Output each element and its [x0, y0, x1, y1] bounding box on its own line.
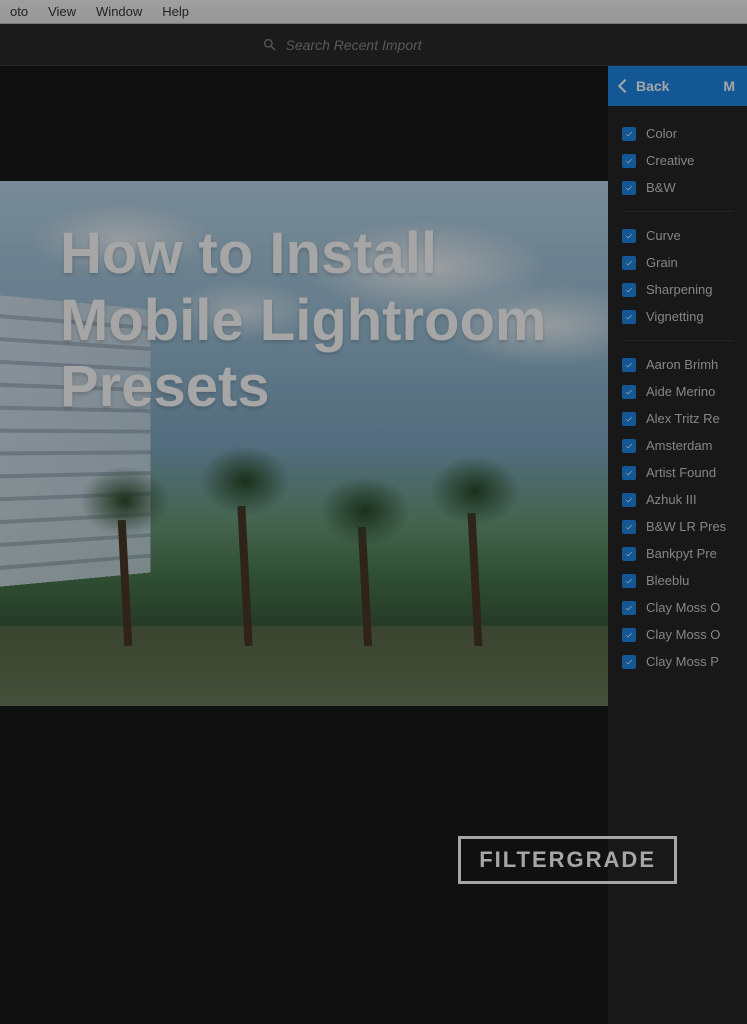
preset-label: B&W LR Pres	[646, 519, 726, 534]
preset-label: B&W	[646, 180, 676, 195]
preset-item[interactable]: Sharpening	[622, 276, 733, 303]
search-icon	[262, 37, 278, 53]
title-overlay: How to Install Mobile Lightroom Presets	[60, 221, 608, 421]
checkmark-icon	[625, 442, 633, 450]
preset-label: Clay Moss P	[646, 654, 719, 669]
menu-item-photo[interactable]: oto	[10, 4, 28, 19]
preset-item[interactable]: Grain	[622, 249, 733, 276]
preset-label: Clay Moss O	[646, 627, 720, 642]
preset-checkbox[interactable]	[622, 412, 636, 426]
preset-checkbox[interactable]	[622, 628, 636, 642]
search-input[interactable]	[286, 37, 486, 53]
preset-label: Bleeblu	[646, 573, 689, 588]
checkmark-icon	[625, 313, 633, 321]
chevron-left-icon	[618, 79, 632, 93]
palm-graphic	[340, 476, 390, 646]
palm-graphic	[100, 466, 150, 646]
preset-checkbox[interactable]	[622, 520, 636, 534]
menu-item-view[interactable]: View	[48, 4, 76, 19]
back-button[interactable]: Back M	[608, 66, 747, 106]
image-preview[interactable]: How to Install Mobile Lightroom Presets	[0, 181, 608, 706]
search-bar	[0, 24, 747, 66]
preset-checkbox[interactable]	[622, 154, 636, 168]
preset-label: Amsterdam	[646, 438, 712, 453]
preset-item[interactable]: B&W LR Pres	[622, 513, 733, 540]
preset-item[interactable]: Vignetting	[622, 303, 733, 330]
preset-label: Grain	[646, 255, 678, 270]
preset-checkbox[interactable]	[622, 385, 636, 399]
preset-checkbox[interactable]	[622, 439, 636, 453]
checkmark-icon	[625, 496, 633, 504]
preset-checkbox[interactable]	[622, 466, 636, 480]
checkmark-icon	[625, 184, 633, 192]
preset-checkbox[interactable]	[622, 358, 636, 372]
header-right-label: M	[723, 78, 735, 94]
preset-checkbox[interactable]	[622, 310, 636, 324]
preset-checkbox[interactable]	[622, 181, 636, 195]
preset-label: Azhuk III	[646, 492, 697, 507]
checkmark-icon	[625, 577, 633, 585]
preset-checkbox[interactable]	[622, 547, 636, 561]
preset-item[interactable]: Creative	[622, 147, 733, 174]
preset-item[interactable]: Alex Tritz Re	[622, 405, 733, 432]
preset-checkbox[interactable]	[622, 229, 636, 243]
checkmark-icon	[625, 658, 633, 666]
checkmark-icon	[625, 361, 633, 369]
palm-graphic	[220, 446, 270, 646]
checkmark-icon	[625, 259, 633, 267]
preset-item[interactable]: Amsterdam	[622, 432, 733, 459]
filtergrade-logo: FILTERGRADE	[458, 836, 677, 884]
checkmark-icon	[625, 604, 633, 612]
preset-label: Aide Merino	[646, 384, 715, 399]
menu-item-help[interactable]: Help	[162, 4, 189, 19]
preset-divider	[622, 211, 733, 212]
preset-item[interactable]: B&W	[622, 174, 733, 201]
preset-label: Color	[646, 126, 677, 141]
preset-label: Clay Moss O	[646, 600, 720, 615]
checkmark-icon	[625, 286, 633, 294]
preset-label: Alex Tritz Re	[646, 411, 720, 426]
preset-item[interactable]: Aide Merino	[622, 378, 733, 405]
preset-checkbox[interactable]	[622, 493, 636, 507]
checkmark-icon	[625, 631, 633, 639]
preset-item[interactable]: Clay Moss P	[622, 648, 733, 675]
preset-divider	[622, 340, 733, 341]
preset-label: Aaron Brimh	[646, 357, 718, 372]
ground-graphic	[0, 626, 608, 706]
preset-item[interactable]: Clay Moss O	[622, 621, 733, 648]
menu-bar: oto View Window Help	[0, 0, 747, 24]
preset-checkbox[interactable]	[622, 283, 636, 297]
menu-item-window[interactable]: Window	[96, 4, 142, 19]
checkmark-icon	[625, 469, 633, 477]
preset-item[interactable]: Aaron Brimh	[622, 351, 733, 378]
back-label: Back	[636, 78, 669, 94]
preset-label: Creative	[646, 153, 694, 168]
preset-checkbox[interactable]	[622, 601, 636, 615]
checkmark-icon	[625, 388, 633, 396]
preset-item[interactable]: Curve	[622, 222, 733, 249]
preset-checkbox[interactable]	[622, 127, 636, 141]
checkmark-icon	[625, 523, 633, 531]
preset-list: Color Creative B&W Curve Grain Sharpening Vig…	[608, 106, 747, 689]
preset-label: Bankpyt Pre	[646, 546, 717, 561]
preset-item[interactable]: Bleeblu	[622, 567, 733, 594]
checkmark-icon	[625, 232, 633, 240]
preset-checkbox[interactable]	[622, 256, 636, 270]
checkmark-icon	[625, 157, 633, 165]
preset-item[interactable]: Clay Moss O	[622, 594, 733, 621]
checkmark-icon	[625, 130, 633, 138]
checkmark-icon	[625, 415, 633, 423]
preset-item[interactable]: Artist Found	[622, 459, 733, 486]
preset-item[interactable]: Azhuk III	[622, 486, 733, 513]
checkmark-icon	[625, 550, 633, 558]
preset-label: Artist Found	[646, 465, 716, 480]
palm-graphic	[450, 456, 500, 646]
preset-checkbox[interactable]	[622, 655, 636, 669]
preset-label: Vignetting	[646, 309, 704, 324]
preset-item[interactable]: Color	[622, 120, 733, 147]
preset-checkbox[interactable]	[622, 574, 636, 588]
preset-item[interactable]: Bankpyt Pre	[622, 540, 733, 567]
preset-label: Sharpening	[646, 282, 713, 297]
preset-label: Curve	[646, 228, 681, 243]
